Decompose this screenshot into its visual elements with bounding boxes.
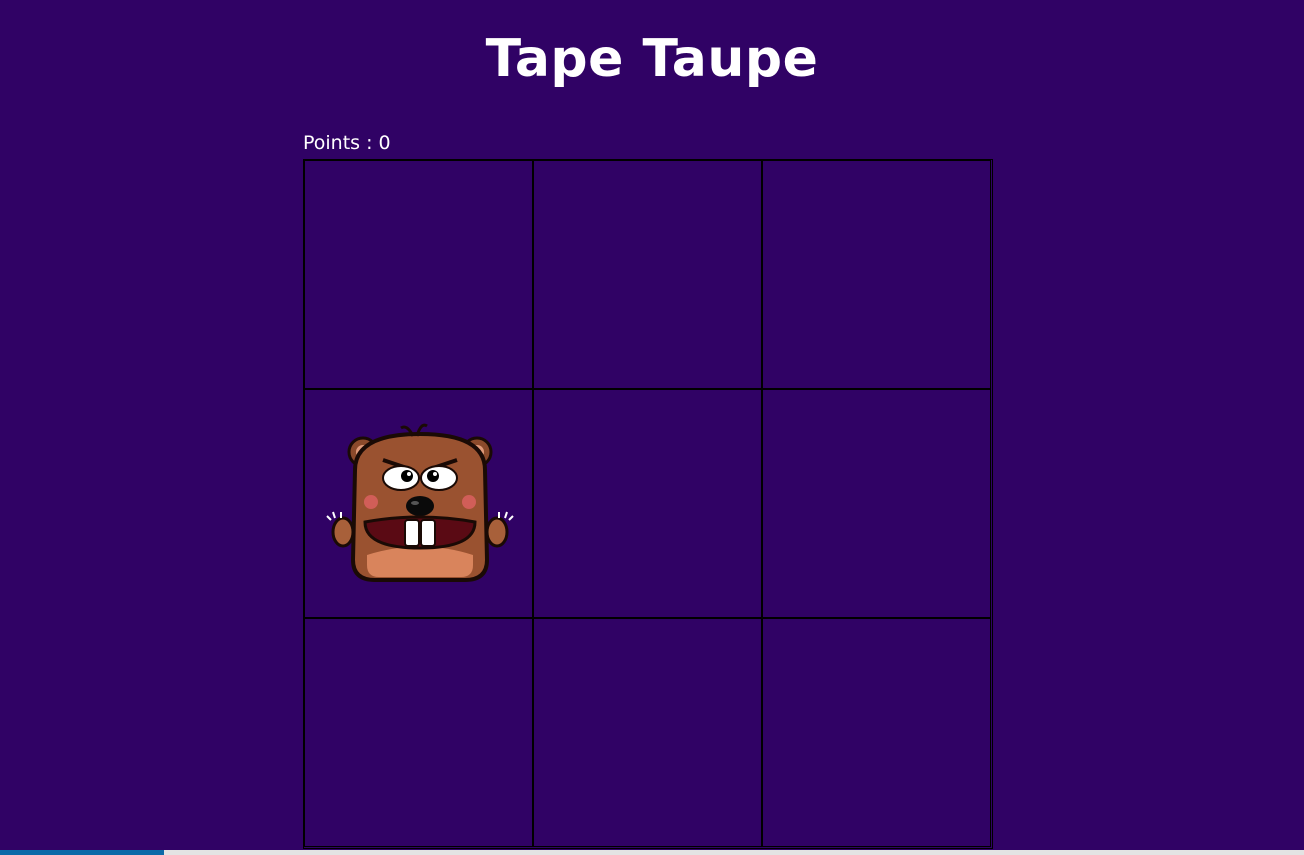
progress-fill — [0, 850, 165, 855]
grid-cell[interactable] — [762, 618, 991, 847]
score-label: Points : 0 — [303, 132, 391, 154]
grid-cell[interactable] — [533, 618, 762, 847]
mole-grid — [303, 159, 993, 849]
grid-cell[interactable] — [304, 618, 533, 847]
grid-cell[interactable] — [762, 160, 991, 389]
mole-icon[interactable] — [325, 420, 515, 590]
grid-cell[interactable] — [304, 389, 533, 618]
game-page: Tape Taupe Points : 0 — [0, 0, 1304, 855]
grid-cell[interactable] — [304, 160, 533, 389]
grid-cell[interactable] — [533, 389, 762, 618]
grid-cell[interactable] — [762, 389, 991, 618]
progress-bar — [0, 850, 1304, 855]
grid-cell[interactable] — [533, 160, 762, 389]
game-title: Tape Taupe — [485, 29, 819, 89]
